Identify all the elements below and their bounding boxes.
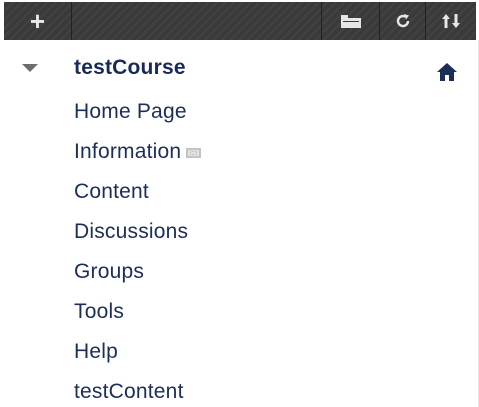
menu-item-label: Tools: [74, 300, 125, 323]
add-menu-item-button[interactable]: +: [4, 2, 72, 40]
menu-item-content[interactable]: Content: [0, 172, 479, 212]
folder-view-button[interactable]: [322, 2, 380, 40]
refresh-button[interactable]: [380, 2, 426, 40]
menu-item-help[interactable]: Help: [0, 332, 479, 372]
home-icon[interactable]: [437, 63, 457, 81]
refresh-icon: [396, 14, 409, 28]
menu-item-home-page[interactable]: Home Page: [0, 92, 479, 132]
menu-item-label: Help: [74, 340, 118, 363]
menu-item-label: Information: [74, 140, 182, 163]
course-menu-list: Home Page Information Content Discussion…: [0, 92, 479, 407]
menu-item-discussions[interactable]: Discussions: [0, 212, 479, 252]
menu-item-label: Groups: [74, 260, 145, 283]
menu-item-tools[interactable]: Tools: [0, 292, 479, 332]
course-menu-panel: + testCourse Home Page Information Conte…: [0, 0, 479, 407]
menu-item-label: Content: [74, 180, 149, 203]
caret-down-icon[interactable]: [22, 64, 38, 72]
folder-icon: [340, 15, 361, 28]
course-menu-tree: testCourse Home Page Information Content…: [0, 54, 479, 407]
menu-item-groups[interactable]: Groups: [0, 252, 479, 292]
sort-arrows-icon: [442, 14, 460, 28]
course-menu-toolbar: +: [4, 2, 476, 40]
plus-icon: +: [29, 5, 46, 36]
course-title[interactable]: testCourse: [74, 56, 186, 80]
menu-item-information[interactable]: Information: [0, 132, 479, 172]
course-row: testCourse: [0, 54, 479, 92]
menu-item-label: testContent: [74, 380, 184, 403]
unavailable-icon: [186, 148, 202, 158]
menu-item-testcontent[interactable]: testContent: [0, 372, 479, 407]
menu-item-label: Discussions: [74, 220, 189, 243]
reorder-button[interactable]: [426, 2, 476, 40]
menu-item-label: Home Page: [74, 100, 187, 123]
toolbar-spacer: [72, 2, 322, 40]
